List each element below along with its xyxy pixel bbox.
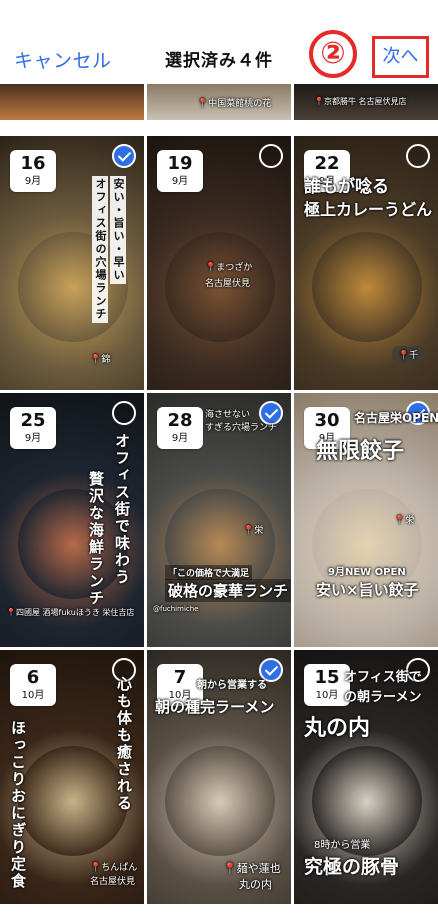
caption-text: 朝から営業する [197,680,267,691]
location-text: 四國屋 酒場fukuほうき 栄住吉店 [15,608,135,617]
date-day: 25 [20,410,46,431]
pin-icon: 📍 [394,516,406,526]
date-month: 9月 [24,176,42,187]
date-day: 30 [314,410,340,431]
location-label: 📍四國屋 酒場fukuほうき 栄住吉店 [6,607,134,618]
caption-sub: 8時から営業 [314,840,371,851]
location-text: 栄 [405,516,415,526]
partial-post-left[interactable] [0,84,144,120]
location-text-line2: 名古屋伏見 [90,877,136,887]
caption-text: 無限餃子 [316,439,405,464]
caption-top: 名古屋栄OPEN！ [354,411,438,425]
location-label: 📍まつざか [205,260,252,273]
caption-subtext: ほっこりおにぎり定食 [9,720,27,890]
location-text-line2: 名古屋伏見 [205,279,251,289]
caption-text: 安い・旨い・早い [110,176,126,284]
handle-text: @fuchimiche [153,605,199,613]
select-circle-icon[interactable] [406,144,430,168]
caption-top: オフィス街で [344,670,422,685]
pin-icon: 📍 [197,99,209,109]
caption-text: オフィス街で味わう [113,433,131,586]
date-badge: 25 9月 [10,407,56,449]
location-text: ちんぱん [101,863,138,873]
caption-subtext: 究極の豚骨 [304,856,400,878]
pin-icon: 📍 [6,608,16,617]
select-circle-icon[interactable] [259,144,283,168]
annotation-step-marker: ② [309,30,357,78]
food-photo [165,746,275,856]
date-day: 16 [20,153,46,174]
date-badge: 28 9月 [157,407,203,449]
caption-new: 9月NEW OPEN [328,567,406,578]
food-photo [312,232,422,342]
pin-icon: 📍 [314,97,324,106]
post-thumbnail[interactable]: 309月名古屋栄OPEN！無限餃子9月NEW OPEN安い×旨い餃子📍栄 [294,393,438,647]
post-thumbnail[interactable]: 19 9月 📍まつざか 名古屋伏見 [147,136,291,390]
pin-icon: 📍 [90,355,102,365]
food-photo [18,746,128,856]
pin-icon: 📍 [398,351,410,361]
location-text: 栄 [254,526,264,536]
post-thumbnail[interactable]: 22 9月 誰もが唸る 極上カレーうどん 📍千 [294,136,438,390]
pin-icon: 📍 [223,862,237,875]
date-badge: 6 10月 [10,664,56,706]
partial-post-middle[interactable]: 📍中国菜館桃の花 [147,84,291,120]
pin-icon: 📍 [90,863,102,873]
caption-subtext: 破格の豪華ランチ [165,579,291,602]
post-thumbnail[interactable]: 6 10月 心も体も癒される ほっこりおにぎり定食 📍ちんぱん 名古屋伏見 [0,650,144,904]
caption-subtext: 贅沢な海鮮ランチ [87,471,105,607]
caption-subtext: オフィス街の穴場ランチ [92,176,108,323]
date-badge: 16 9月 [10,150,56,192]
post-thumbnail[interactable]: 16 9月 安い・旨い・早い オフィス街の穴場ランチ 📍錦 [0,136,144,390]
next-button[interactable]: 次へ [372,36,429,78]
location-label: 📍栄 [243,523,263,536]
pin-icon: 📍 [243,526,255,536]
date-month: 9月 [171,433,189,444]
post-thumbnail[interactable]: 25 9月 オフィス街で味わう 贅沢な海鮮ランチ 📍四國屋 酒場fukuほうき 栄住吉店 [0,393,144,647]
caption-subtext: 極上カレーうどん [304,200,433,219]
location-label: 📍京都勝牛 名古屋伏見店 [314,97,407,106]
date-day: 19 [167,153,193,174]
location-label: 📍錦 [90,352,110,365]
date-badge: 19 9月 [157,150,203,192]
partial-post-right[interactable]: 📍京都勝牛 名古屋伏見店 [294,84,438,120]
location-text: 千 [409,351,419,361]
location-text: 錦 [101,355,111,365]
location-text-line2: 丸の内 [239,878,272,891]
post-thumbnail[interactable]: 7 10月 朝から営業する 朝の種完ラーメン 📍麺や蓮也 丸の内 [147,650,291,904]
caption-text: 心も体も癒される [115,676,133,812]
select-circle-icon[interactable] [112,401,136,425]
location-label: 📍麺や蓮也 [223,860,281,876]
date-month: 9月 [24,433,42,444]
post-thumbnail[interactable]: 28 9月 海させない すぎる穴場ランチ 「この価格で大満足 破格の豪華ランチ @fuchi… [147,393,291,647]
checkmark-selected-icon[interactable] [112,144,136,168]
top-bar: キャンセル 選択済み４件 ② 次へ [0,0,438,85]
caption-text: 「この価格で大満足 [165,565,253,580]
location-label: 📍中国菜館桃の花 [197,99,272,109]
caption-top2: すぎる穴場ランチ [205,423,278,433]
date-day: 6 [26,667,40,688]
post-thumbnail[interactable]: 15 10月 オフィス街で の朝ラーメン 丸の内 8時から営業 究極の豚骨 [294,650,438,904]
location-label: 📍栄 [394,513,414,526]
date-month: 9月 [171,176,189,187]
location-text: 麺や蓮也 [236,862,281,875]
caption-top: 海させない [205,410,251,420]
location-label: 📍千 [392,346,425,363]
date-day: 28 [167,410,193,431]
date-month: 10月 [21,690,45,701]
location-label: 📍ちんぱん [90,860,137,873]
caption-subtext: 朝の種完ラーメン [155,698,275,716]
pin-icon: 📍 [205,263,217,273]
caption-top2: の朝ラーメン [344,690,422,705]
caption-subtext: 安い×旨い餃子 [316,581,419,599]
caption-text: 誰もが唸る [304,177,389,197]
location-text: まつざか [216,263,253,273]
caption-text: 丸の内 [304,716,371,741]
photo-grid: 📍中国菜館桃の花 📍京都勝牛 名古屋伏見店 16 9月 安い・旨い・早い オフィス街の… [0,84,438,922]
